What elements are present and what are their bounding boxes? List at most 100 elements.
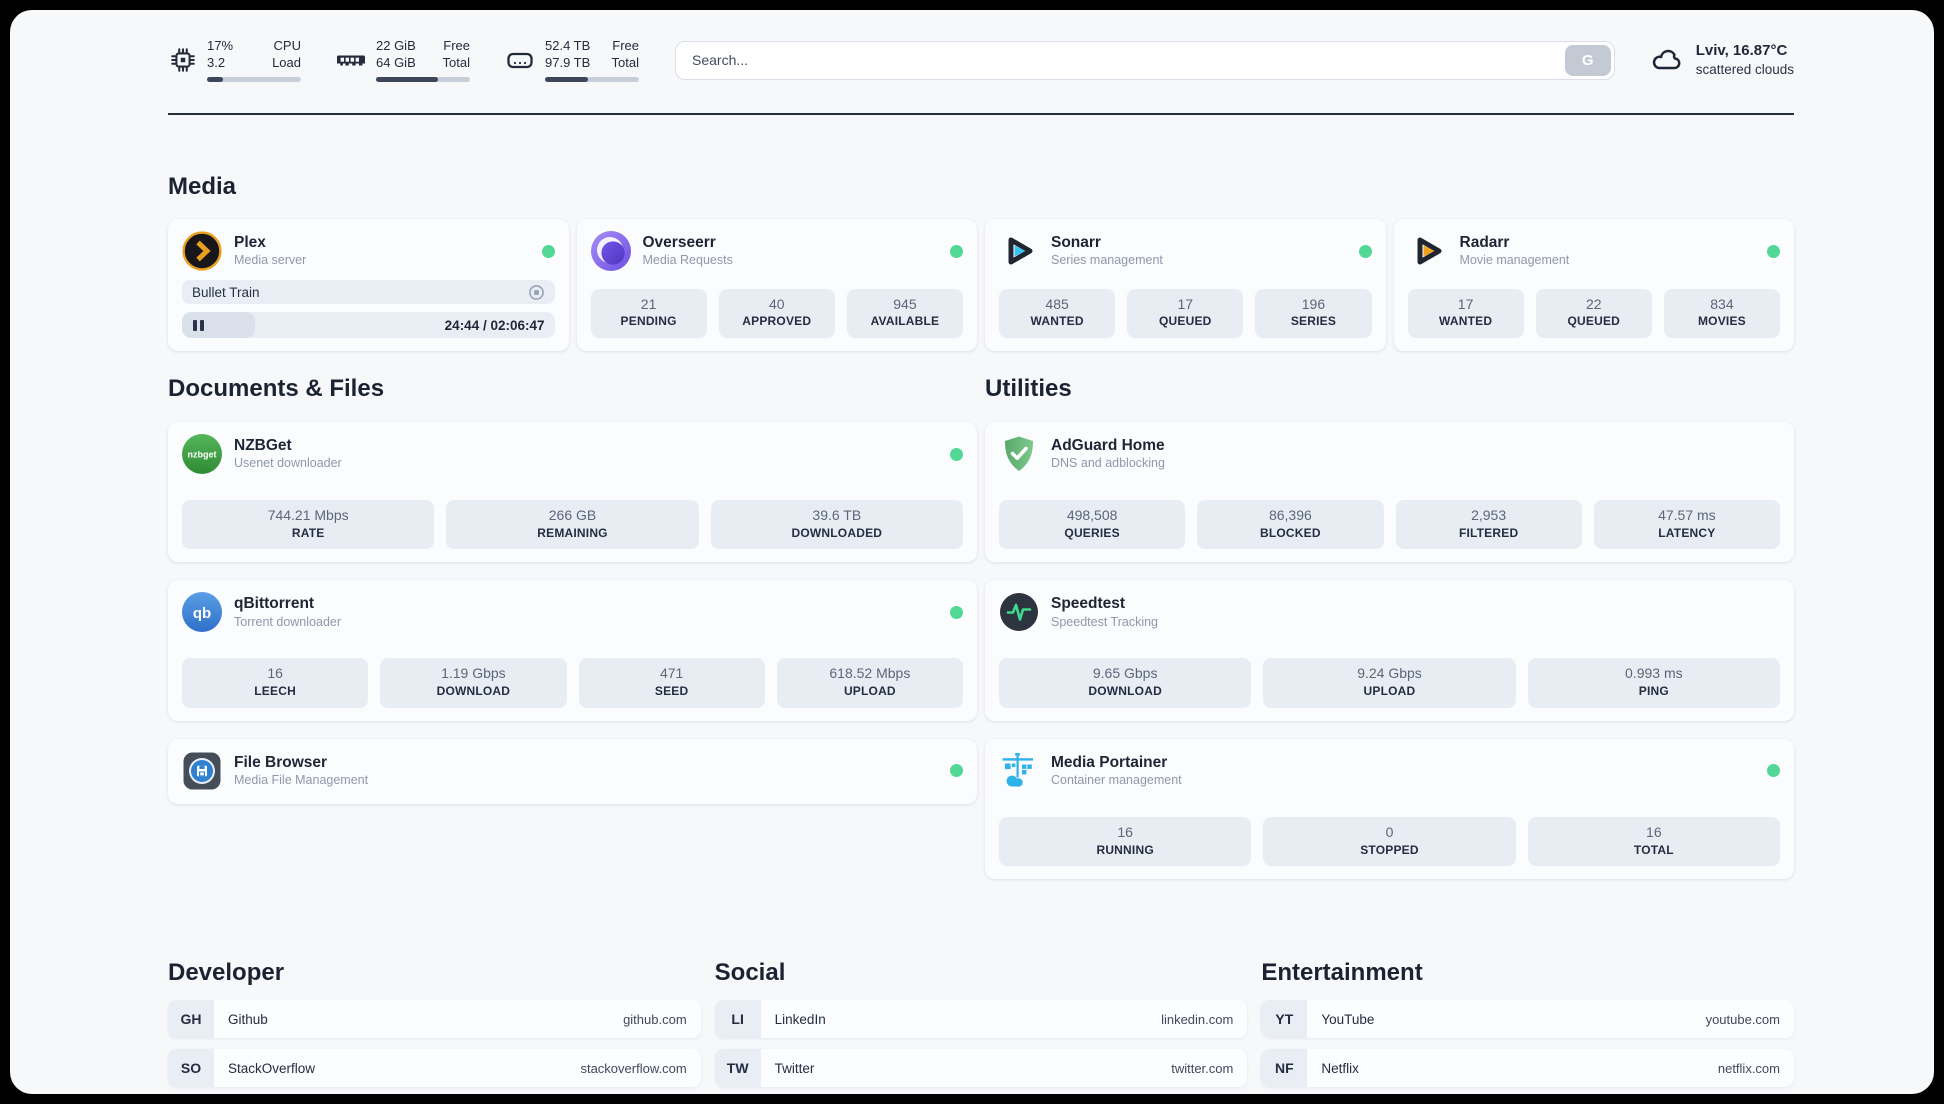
pause-icon[interactable] (193, 319, 204, 331)
bookmark-abbr: YT (1261, 1000, 1308, 1039)
app-subtitle: Usenet downloader (234, 456, 342, 471)
section-title-utilities: Utilities (985, 375, 1072, 402)
weather-condition: scattered clouds (1695, 61, 1794, 77)
cloud-icon (1649, 42, 1685, 78)
stat-pill: 22 QUEUED (1535, 288, 1652, 338)
app-subtitle: Speedtest Tracking (1051, 614, 1159, 629)
bookmark-name: Github (228, 1011, 268, 1027)
app-card-portainer[interactable]: Media Portainer Container management 16 … (985, 738, 1794, 880)
stat-pill: 21 PENDING (590, 288, 707, 338)
stat-pill: 618.52 Mbps UPLOAD (776, 658, 963, 708)
utilities-column: Utilities AdGuard Home DNS and adblockin… (985, 375, 1794, 897)
disk-values: 52.4 TB 97.9 TB (545, 38, 591, 70)
stat-pill: 834 MOVIES (1663, 288, 1781, 338)
app-card-nzbget[interactable]: nzbget NZBGet Usenet downloader 744.21 M… (168, 422, 977, 563)
app-name: Media Portainer (1051, 753, 1168, 771)
app-subtitle: Torrent downloader (234, 614, 342, 629)
app-card-adguard[interactable]: AdGuard Home DNS and adblocking 498,508 … (985, 422, 1794, 563)
section-title-media: Media (168, 173, 237, 200)
app-card-qbittorrent[interactable]: qb qBittorrent Torrent downloader 16 LEE… (168, 580, 977, 721)
app-name: Radarr (1459, 234, 1510, 251)
header-divider (168, 113, 1794, 115)
app-name: Speedtest (1051, 595, 1126, 613)
app-card-plex[interactable]: Plex Media server Bullet Train 24:44 / 0… (168, 219, 569, 351)
section-title-social: Social (714, 959, 786, 987)
dashboard-panel: 17% 3.2 CPU Load 22 GiB 64 GiB Free Tota… (10, 10, 1934, 1094)
bookmark-youtube[interactable]: YT YouTube youtube.com (1261, 1000, 1794, 1039)
status-online-dot (1767, 764, 1780, 778)
bookmark-abbr: SO (168, 1049, 214, 1088)
stat-pill: 2,953 FILTERED (1395, 500, 1582, 550)
app-card-sonarr[interactable]: Sonarr Series management 485 WANTED 17 Q… (985, 219, 1386, 351)
stat-pill: 17 QUEUED (1127, 288, 1244, 338)
app-subtitle: DNS and adblocking (1051, 456, 1165, 471)
stat-pill: 9.65 Gbps DOWNLOAD (999, 658, 1252, 708)
app-card-filebrowser[interactable]: File Browser Media File Management (168, 738, 977, 804)
bookmark-name: StackOverflow (228, 1060, 316, 1076)
app-name: NZBGet (234, 437, 292, 454)
stat-pill: 744.21 Mbps RATE (182, 500, 435, 550)
bookmark-stackoverflow[interactable]: SO StackOverflow stackoverflow.com (168, 1049, 701, 1088)
bookmark-name: Twitter (774, 1060, 815, 1076)
sonarr-icon (999, 231, 1039, 271)
media-grid: Plex Media server Bullet Train 24:44 / 0… (168, 219, 1794, 351)
stat-pill: 9.24 Gbps UPLOAD (1263, 658, 1516, 708)
cpu-labels: CPU Load (272, 38, 301, 70)
status-online-dot (950, 605, 963, 619)
bookmark-twitter[interactable]: TW Twitter twitter.com (714, 1049, 1248, 1088)
documents-column: Documents & Files nzbget NZBGet Usenet d… (168, 375, 977, 822)
status-online-dot (950, 447, 963, 461)
bookmark-url: twitter.com (1171, 1060, 1234, 1076)
status-online-dot (1358, 244, 1372, 258)
portainer-icon (999, 751, 1039, 791)
ram-values: 22 GiB 64 GiB (376, 38, 416, 70)
bookmark-url: youtube.com (1705, 1011, 1780, 1027)
qbittorrent-icon: qb (182, 592, 222, 633)
bookmark-netflix[interactable]: NF Netflix netflix.com (1261, 1049, 1794, 1088)
now-playing-row: Bullet Train (182, 280, 555, 304)
weather-widget: Lviv, 16.87°C scattered clouds (1649, 41, 1794, 78)
hardware-stats: 17% 3.2 CPU Load 22 GiB 64 GiB Free Tota… (168, 38, 639, 82)
status-online-dot (541, 244, 555, 258)
status-online-dot (950, 244, 963, 258)
playback-time: 24:44 / 02:06:47 (444, 317, 545, 333)
stat-pill: 17 WANTED (1407, 288, 1524, 338)
cpu-progress-bar (207, 76, 301, 82)
playback-progress: 24:44 / 02:06:47 (182, 312, 555, 338)
app-subtitle: Movie management (1459, 253, 1570, 268)
section-title-documents: Documents & Files (168, 375, 385, 402)
hard-drive-icon (504, 44, 536, 76)
app-subtitle: Series management (1051, 253, 1163, 268)
bookmark-abbr: TW (714, 1049, 761, 1088)
stat-pill: 266 GB REMAINING (446, 500, 699, 550)
app-card-overseerr[interactable]: Overseerr Media Requests 21 PENDING 40 A… (576, 219, 977, 351)
stat-pill: 16 TOTAL (1527, 816, 1780, 867)
status-online-dot (950, 764, 963, 778)
stat-pill: 16 RUNNING (999, 816, 1252, 867)
plex-icon (182, 231, 222, 271)
search-bar: G (675, 40, 1615, 80)
ram-stat: 22 GiB 64 GiB Free Total (335, 38, 470, 82)
cpu-chip-icon (168, 45, 198, 75)
radarr-icon (1408, 231, 1448, 271)
top-bar: 17% 3.2 CPU Load 22 GiB 64 GiB Free Tota… (168, 37, 1794, 83)
ram-icon (335, 44, 367, 76)
app-subtitle: Media server (234, 253, 307, 268)
search-engine-button[interactable]: G (1564, 44, 1611, 76)
app-card-speedtest[interactable]: Speedtest Speedtest Tracking 9.65 Gbps D… (985, 580, 1794, 721)
app-card-radarr[interactable]: Radarr Movie management 17 WANTED 22 QUE… (1393, 219, 1794, 351)
bookmark-linkedin[interactable]: LI LinkedIn linkedin.com (714, 1000, 1248, 1039)
bookmark-name: YouTube (1321, 1011, 1375, 1027)
disk-progress-bar (545, 76, 639, 82)
bookmark-abbr: GH (168, 1000, 214, 1039)
bookmark-abbr: LI (714, 1000, 761, 1039)
search-input[interactable] (675, 40, 1615, 80)
app-name: Sonarr (1051, 234, 1101, 251)
app-subtitle: Media File Management (234, 773, 369, 788)
stat-pill: 0 STOPPED (1263, 816, 1516, 867)
app-subtitle: Container management (1051, 773, 1182, 788)
bookmark-abbr: NF (1261, 1049, 1308, 1088)
bookmark-github[interactable]: GH Github github.com (168, 1000, 701, 1039)
now-playing-session-icon[interactable] (528, 284, 545, 301)
app-name: File Browser (234, 753, 328, 771)
